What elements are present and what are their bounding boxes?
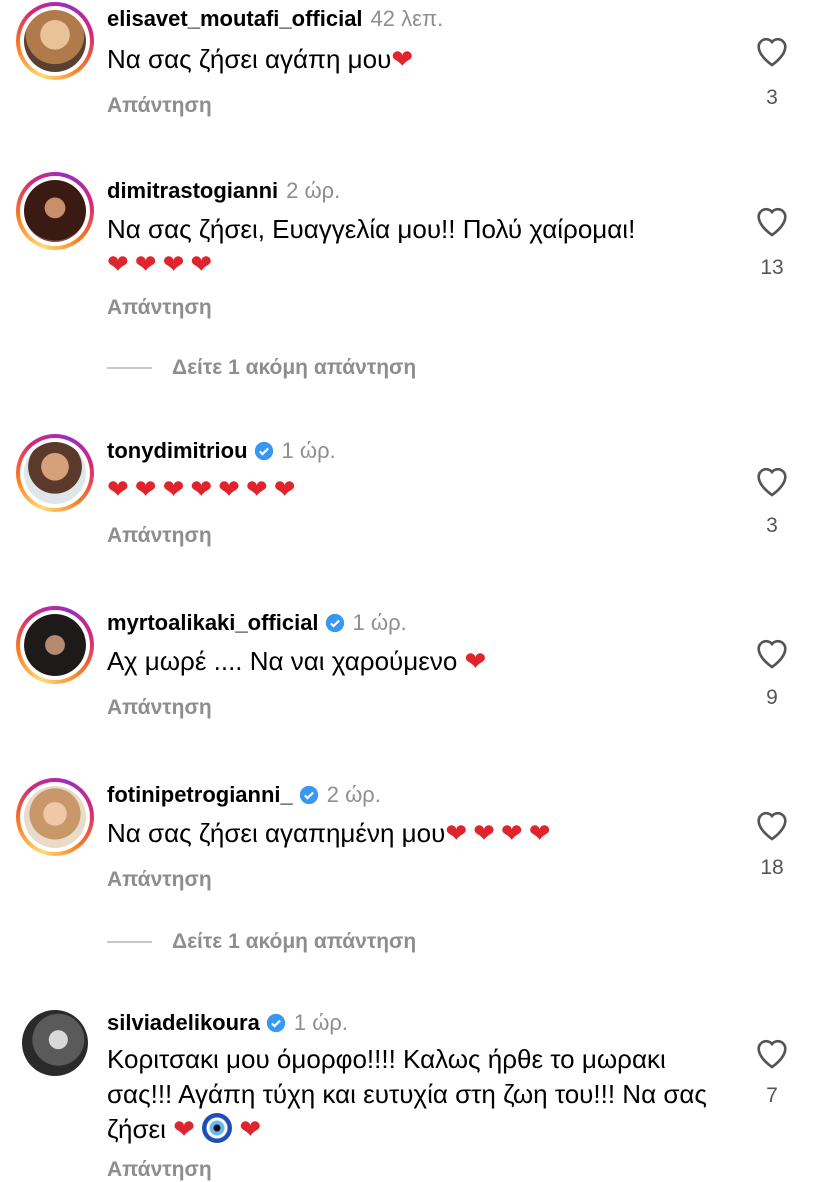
reply-button[interactable]: Απάντηση (107, 94, 212, 118)
heart-emoji: ❤❤❤❤ (107, 250, 219, 280)
view-more-replies[interactable]: Δείτε 1 ακόμη απάντηση (107, 356, 416, 380)
username[interactable]: elisavet_moutafi_official (107, 6, 363, 32)
comment-text: Να σας ζήσει αγάπη μου❤ (107, 44, 414, 75)
comment-text: Να σας ζήσει αγαπημένη μου❤❤❤❤ (107, 818, 557, 849)
heart-emoji: ❤ (464, 647, 487, 677)
view-more-replies[interactable]: Δείτε 1 ακόμη απάντηση (107, 930, 416, 954)
reply-button[interactable]: Απάντηση (107, 524, 212, 548)
avatar[interactable] (16, 2, 94, 80)
timestamp: 42 λεπ. (370, 6, 444, 31)
avatar[interactable] (16, 172, 94, 250)
comment-text: Αχ μωρέ .... Να ναι χαρούμενο ❤ (107, 646, 487, 677)
heart-emoji: ❤ (173, 1115, 195, 1145)
heart-emoji: ❤❤❤❤ (445, 819, 557, 849)
divider (107, 941, 152, 943)
like-count: 3 (766, 514, 778, 537)
timestamp: 2 ώρ. (326, 782, 381, 807)
username[interactable]: dimitrastogianni (107, 178, 278, 204)
avatar[interactable] (16, 606, 94, 684)
heart-emoji: ❤❤❤❤❤❤❤ (107, 475, 302, 505)
timestamp: 2 ώρ. (286, 178, 341, 203)
timestamp: 1 ώρ. (293, 1010, 349, 1035)
reply-button[interactable]: Απάντηση (107, 296, 212, 320)
username[interactable]: silviadelikoura (107, 1010, 260, 1036)
verified-badge-icon (299, 785, 318, 805)
heart-icon[interactable] (752, 632, 792, 672)
heart-emoji: ❤ (391, 45, 414, 75)
nazar-eye-emoji (202, 1113, 233, 1143)
comment-text: Να σας ζήσει, Ευαγγελία μου!! Πολύ χαίρο… (107, 214, 636, 280)
like-count: 3 (766, 86, 778, 109)
heart-emoji: ❤ (239, 1115, 262, 1145)
timestamp: 1 ώρ. (281, 438, 336, 463)
avatar[interactable] (16, 778, 94, 856)
like-count: 7 (766, 1084, 778, 1107)
username[interactable]: tonydimitriou (107, 438, 248, 464)
comment-text: Κοριτσακι μου όμορφο!!!! Καλως ήρθε το μ… (107, 1044, 707, 1145)
heart-icon[interactable] (752, 460, 792, 500)
avatar[interactable] (16, 1004, 94, 1082)
heart-icon[interactable] (752, 200, 792, 240)
heart-icon[interactable] (752, 30, 792, 70)
reply-button[interactable]: Απάντηση (107, 868, 212, 892)
reply-button[interactable]: Απάντηση (107, 1158, 212, 1182)
comment-text: ❤❤❤❤❤❤❤ (107, 472, 718, 508)
heart-icon[interactable] (752, 1032, 792, 1072)
divider (107, 367, 152, 369)
reply-button[interactable]: Απάντηση (107, 696, 212, 720)
username[interactable]: fotinipetrogianni_ (107, 782, 293, 808)
verified-badge-icon (266, 1013, 286, 1033)
like-count: 9 (766, 686, 778, 709)
verified-badge-icon (254, 441, 273, 461)
like-count: 13 (760, 256, 784, 279)
timestamp: 1 ώρ. (352, 610, 407, 635)
avatar[interactable] (16, 434, 94, 512)
like-count: 18 (760, 856, 784, 879)
username[interactable]: myrtoalikaki_official (107, 610, 319, 636)
verified-badge-icon (325, 613, 344, 633)
heart-icon[interactable] (752, 804, 792, 844)
